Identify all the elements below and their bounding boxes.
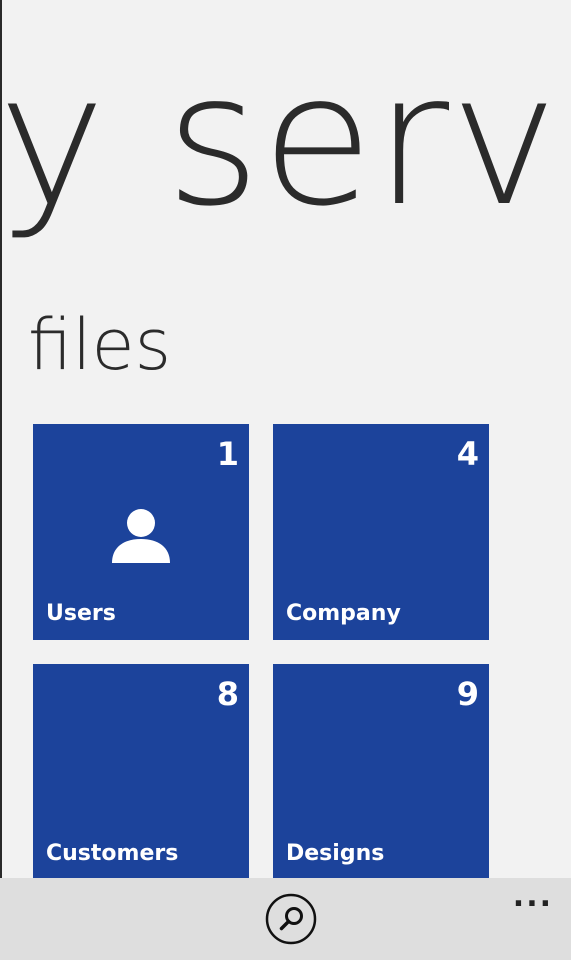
hub-title: y serve	[0, 34, 571, 246]
tile-count: 9	[456, 675, 479, 713]
person-icon	[112, 509, 170, 563]
tile-company[interactable]: 4 Company	[273, 424, 489, 640]
more-options-button[interactable]: ...	[513, 882, 553, 912]
tile-label: Customers	[46, 841, 179, 866]
tile-count: 1	[216, 435, 239, 473]
tile-label: Designs	[286, 841, 385, 866]
hub-screen: y serve files 1 Users 4 Company 8 Custom…	[0, 0, 571, 960]
tile-users[interactable]: 1 Users	[33, 424, 249, 640]
tile-count: 4	[456, 435, 479, 473]
tile-customers[interactable]: 8 Customers	[33, 664, 249, 880]
search-icon[interactable]	[264, 892, 318, 946]
tile-designs[interactable]: 9 Designs	[273, 664, 489, 880]
tile-label: Users	[46, 601, 116, 626]
app-bar: ...	[0, 878, 571, 960]
tile-label: Company	[286, 601, 401, 626]
section-title: files	[28, 304, 172, 386]
tile-count: 8	[216, 675, 239, 713]
